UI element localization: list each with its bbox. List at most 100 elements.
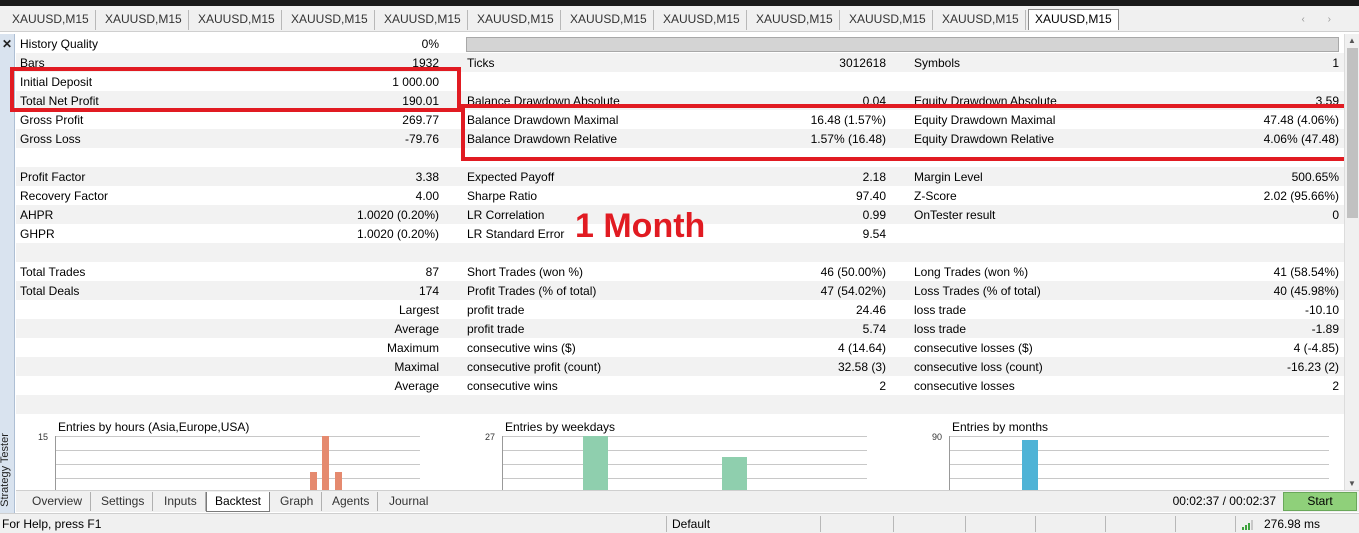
report-row: Maximum consecutive wins ($) 4 (14.64) cons… — [16, 338, 1344, 357]
status-separator — [1175, 516, 1176, 532]
highlight-box-drawdown — [461, 104, 1355, 161]
chart-entries-by-hours: Entries by hours (Asia,Europe,USA) 15 — [0, 420, 440, 492]
report-value: 87 — [425, 265, 439, 279]
report-row: Profit Factor 3.38 Expected Payoff 2.18 Marg… — [16, 167, 1344, 186]
chart-tab[interactable]: XAUUSD,M15 — [99, 10, 189, 30]
chart-tab[interactable]: XAUUSD,M15 — [843, 10, 933, 30]
report-label: GHPR — [20, 227, 55, 241]
gridline — [56, 450, 420, 451]
chart-tab-bar: XAUUSD,M15 XAUUSD,M15 XAUUSD,M15 XAUUSD,… — [0, 6, 1359, 32]
chart-tab-active[interactable]: XAUUSD,M15 — [1028, 9, 1119, 30]
tab-backtest[interactable]: Backtest — [206, 492, 271, 512]
tab-graph[interactable]: Graph — [272, 492, 323, 511]
report-label: Total Trades — [20, 265, 86, 279]
tab-journal[interactable]: Journal — [381, 492, 436, 511]
report-value: Average — [394, 379, 439, 393]
report-label: Z-Score — [914, 189, 957, 203]
chart-ymax-label: 15 — [37, 432, 48, 442]
report-value: 46 (50.00%) — [820, 265, 886, 279]
gridline — [950, 436, 1329, 437]
tab-settings[interactable]: Settings — [93, 492, 154, 511]
report-label: OnTester result — [914, 208, 996, 222]
tab-overview[interactable]: Overview — [24, 492, 92, 511]
report-value: 2 — [1332, 379, 1339, 393]
gridline — [950, 464, 1329, 465]
report-label: LR Correlation — [467, 208, 545, 222]
scroll-up-icon[interactable]: ▲ — [1348, 36, 1356, 45]
report-label: Sharpe Ratio — [467, 189, 538, 203]
scrollbar-thumb[interactable] — [1347, 48, 1358, 218]
report-label: profit trade — [467, 303, 525, 317]
report-value: 3.38 — [415, 170, 439, 184]
status-separator — [820, 516, 821, 532]
chart-tab[interactable]: XAUUSD,M15 — [6, 10, 96, 30]
scroll-down-icon[interactable]: ▼ — [1348, 479, 1356, 488]
report-value: 4 (14.64) — [837, 341, 886, 355]
chart-bar — [322, 436, 329, 492]
report-row: Average profit trade 5.74 loss trade -1.89 — [16, 319, 1344, 338]
gridline — [950, 450, 1329, 451]
report-label: profit trade — [467, 322, 525, 336]
report-row: Total Deals 174 Profit Trades (% of total)… — [16, 281, 1344, 300]
report-label: LR Standard Error — [467, 227, 565, 241]
report-value: 0.99 — [862, 208, 886, 222]
report-value: Maximum — [386, 341, 439, 355]
tab-scroll-arrows-icon[interactable]: ‹ › — [1302, 14, 1341, 25]
report-value: 4 (-4.85) — [1293, 341, 1339, 355]
report-label: consecutive loss (count) — [914, 360, 1043, 374]
report-value: 5.74 — [862, 322, 886, 336]
chart-tab[interactable]: XAUUSD,M15 — [750, 10, 840, 30]
report-label: consecutive wins — [467, 379, 558, 393]
report-label: Profit Trades (% of total) — [467, 284, 597, 298]
report-scrollbar[interactable]: ▲ ▼ — [1344, 34, 1359, 490]
report-value: 40 (45.98%) — [1273, 284, 1339, 298]
highlight-box-deposit — [10, 67, 461, 112]
report-value: 4.00 — [415, 189, 439, 203]
tab-agents[interactable]: Agents — [324, 492, 379, 511]
chart-bar — [583, 436, 608, 492]
chart-tab[interactable]: XAUUSD,M15 — [285, 10, 375, 30]
report-label: Gross Loss — [20, 132, 81, 146]
chart-tab[interactable]: XAUUSD,M15 — [471, 10, 561, 30]
report-value: 2.02 (95.66%) — [1263, 189, 1339, 203]
chart-tab[interactable]: XAUUSD,M15 — [192, 10, 282, 30]
chart-bar — [1022, 440, 1038, 492]
chart-tab[interactable]: XAUUSD,M15 — [564, 10, 654, 30]
status-ping: 276.98 ms — [1264, 517, 1321, 531]
report-value: Average — [394, 322, 439, 336]
chart-plot — [502, 436, 867, 492]
chart-title: Entries by months — [952, 420, 1049, 434]
report-label: Loss Trades (% of total) — [914, 284, 1041, 298]
tab-inputs[interactable]: Inputs — [156, 492, 206, 511]
status-bar: For Help, press F1 Default 276.98 ms — [0, 513, 1359, 533]
chart-plot — [55, 436, 420, 492]
report-value: 1.0020 (0.20%) — [356, 208, 439, 222]
report-label: Symbols — [914, 56, 961, 70]
report-label: loss trade — [914, 303, 967, 317]
report-value: 174 — [418, 284, 439, 298]
chart-entries-by-weekdays: Entries by weekdays 27 — [447, 420, 887, 492]
report-label: Total Deals — [20, 284, 80, 298]
report-label: consecutive losses — [914, 379, 1015, 393]
report-value: 1 — [1332, 56, 1339, 70]
start-button[interactable]: Start — [1283, 492, 1357, 511]
gridline — [503, 450, 867, 451]
report-value: -79.76 — [404, 132, 439, 146]
report-row: History Quality 0% — [16, 34, 1344, 53]
report-row: Maximal consecutive profit (count) 32.58 (… — [16, 357, 1344, 376]
report-value: 2.18 — [862, 170, 886, 184]
report-value: 24.46 — [855, 303, 886, 317]
report-label: consecutive profit (count) — [467, 360, 602, 374]
report-row: Largest profit trade 24.46 loss trade -10.10 — [16, 300, 1344, 319]
report-label: Gross Profit — [20, 113, 84, 127]
history-quality-bar — [466, 37, 1339, 52]
report-value: 97.40 — [855, 189, 886, 203]
report-row — [16, 395, 1344, 414]
chart-tab[interactable]: XAUUSD,M15 — [378, 10, 468, 30]
chart-tab[interactable]: XAUUSD,M15 — [936, 10, 1026, 30]
gridline — [56, 464, 420, 465]
gridline — [503, 478, 867, 479]
close-icon[interactable]: ✕ — [2, 37, 12, 51]
chart-tab[interactable]: XAUUSD,M15 — [657, 10, 747, 30]
report-label: loss trade — [914, 322, 967, 336]
